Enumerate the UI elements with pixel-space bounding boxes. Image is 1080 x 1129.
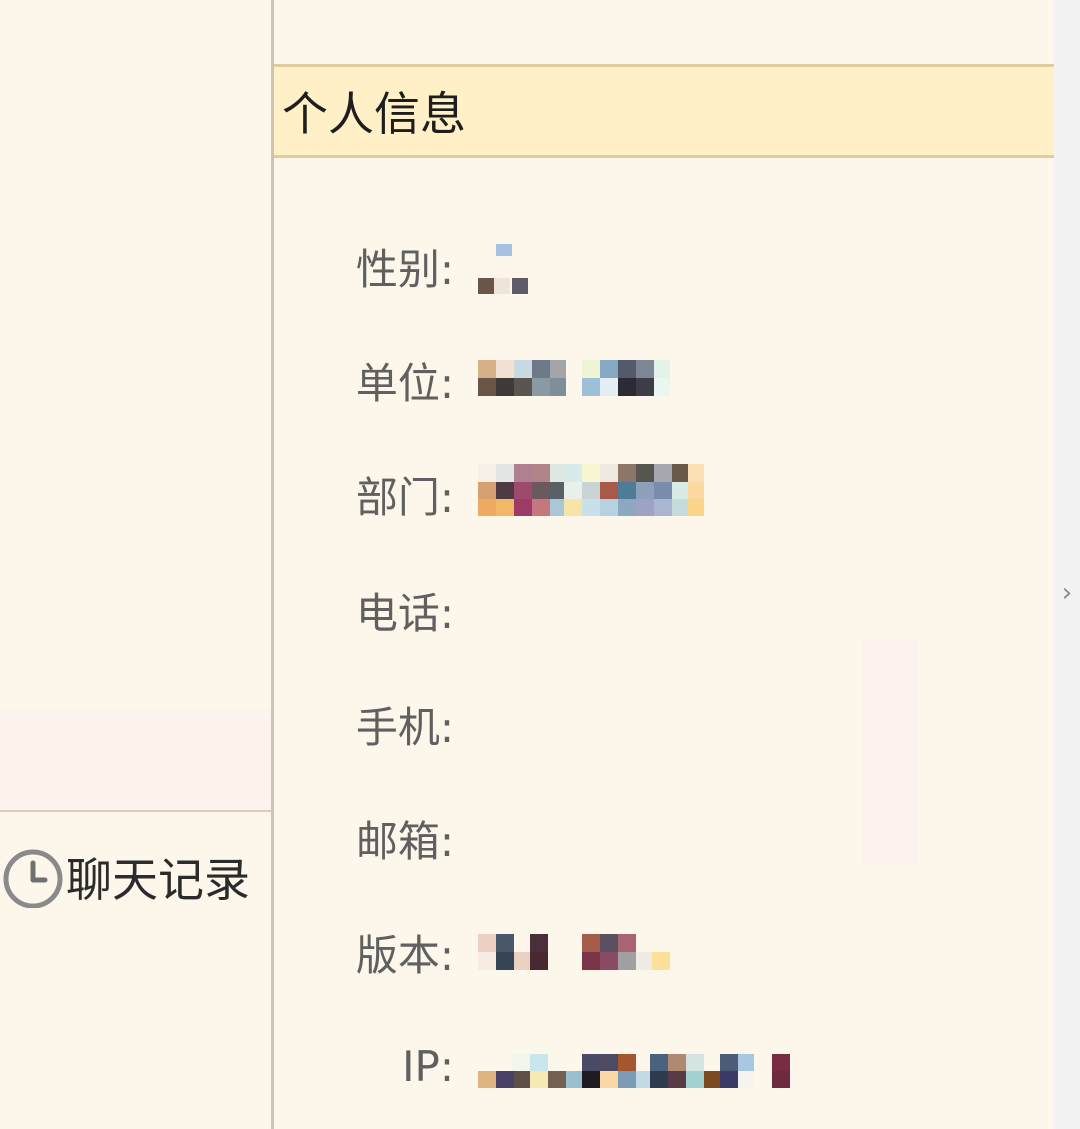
field-mobile-row: 手机:	[274, 694, 1034, 754]
field-unit-value	[478, 360, 670, 396]
left-panel-lower-area	[0, 710, 272, 810]
field-version-value	[478, 934, 670, 970]
clock-icon	[3, 849, 63, 908]
field-department-value	[478, 464, 704, 516]
chat-history-button[interactable]: 聊天记录	[2, 843, 250, 911]
field-gender-value	[478, 240, 538, 296]
redacted-value	[478, 464, 704, 516]
right-scroll-strip[interactable]: ›	[1054, 0, 1080, 1129]
field-version-label: 版本:	[355, 930, 454, 980]
personal-info-header: 个人信息	[274, 64, 1054, 158]
field-email-row: 邮箱:	[274, 808, 1034, 868]
field-gender-label: 性别:	[355, 244, 454, 294]
field-version-row: 版本:	[274, 922, 1034, 982]
left-panel-divider	[0, 810, 272, 812]
field-department-row: 部门:	[274, 464, 1034, 524]
field-mobile-label: 手机:	[355, 702, 454, 752]
redacted-value	[478, 1054, 790, 1088]
field-ip-row: IP:	[274, 1036, 1034, 1096]
field-gender-row: 性别:	[274, 236, 1034, 296]
page-title: 个人信息	[282, 87, 466, 141]
redacted-value	[478, 360, 670, 396]
field-unit-row: 单位:	[274, 350, 1034, 410]
redacted-value	[478, 934, 670, 970]
field-ip-label: IP:	[402, 1041, 454, 1091]
chat-history-label: 聊天记录	[66, 853, 250, 907]
main-top-area	[274, 0, 1054, 64]
field-unit-label: 单位:	[355, 358, 454, 408]
field-department-label: 部门:	[355, 472, 454, 522]
redacted-value	[478, 244, 528, 294]
field-phone-label: 电话:	[355, 588, 454, 638]
chevron-right-icon[interactable]: ›	[1054, 576, 1080, 610]
faint-overlay-block	[862, 640, 918, 865]
field-phone-row: 电话:	[274, 580, 1034, 640]
left-panel: 聊天记录	[0, 0, 272, 1129]
field-ip-value	[478, 1054, 792, 1088]
personal-info-panel: 个人信息 性别: 单位: 部门: 电话: 手机: 邮箱: 版本: IP:	[274, 0, 1054, 1129]
field-email-label: 邮箱:	[355, 816, 454, 866]
